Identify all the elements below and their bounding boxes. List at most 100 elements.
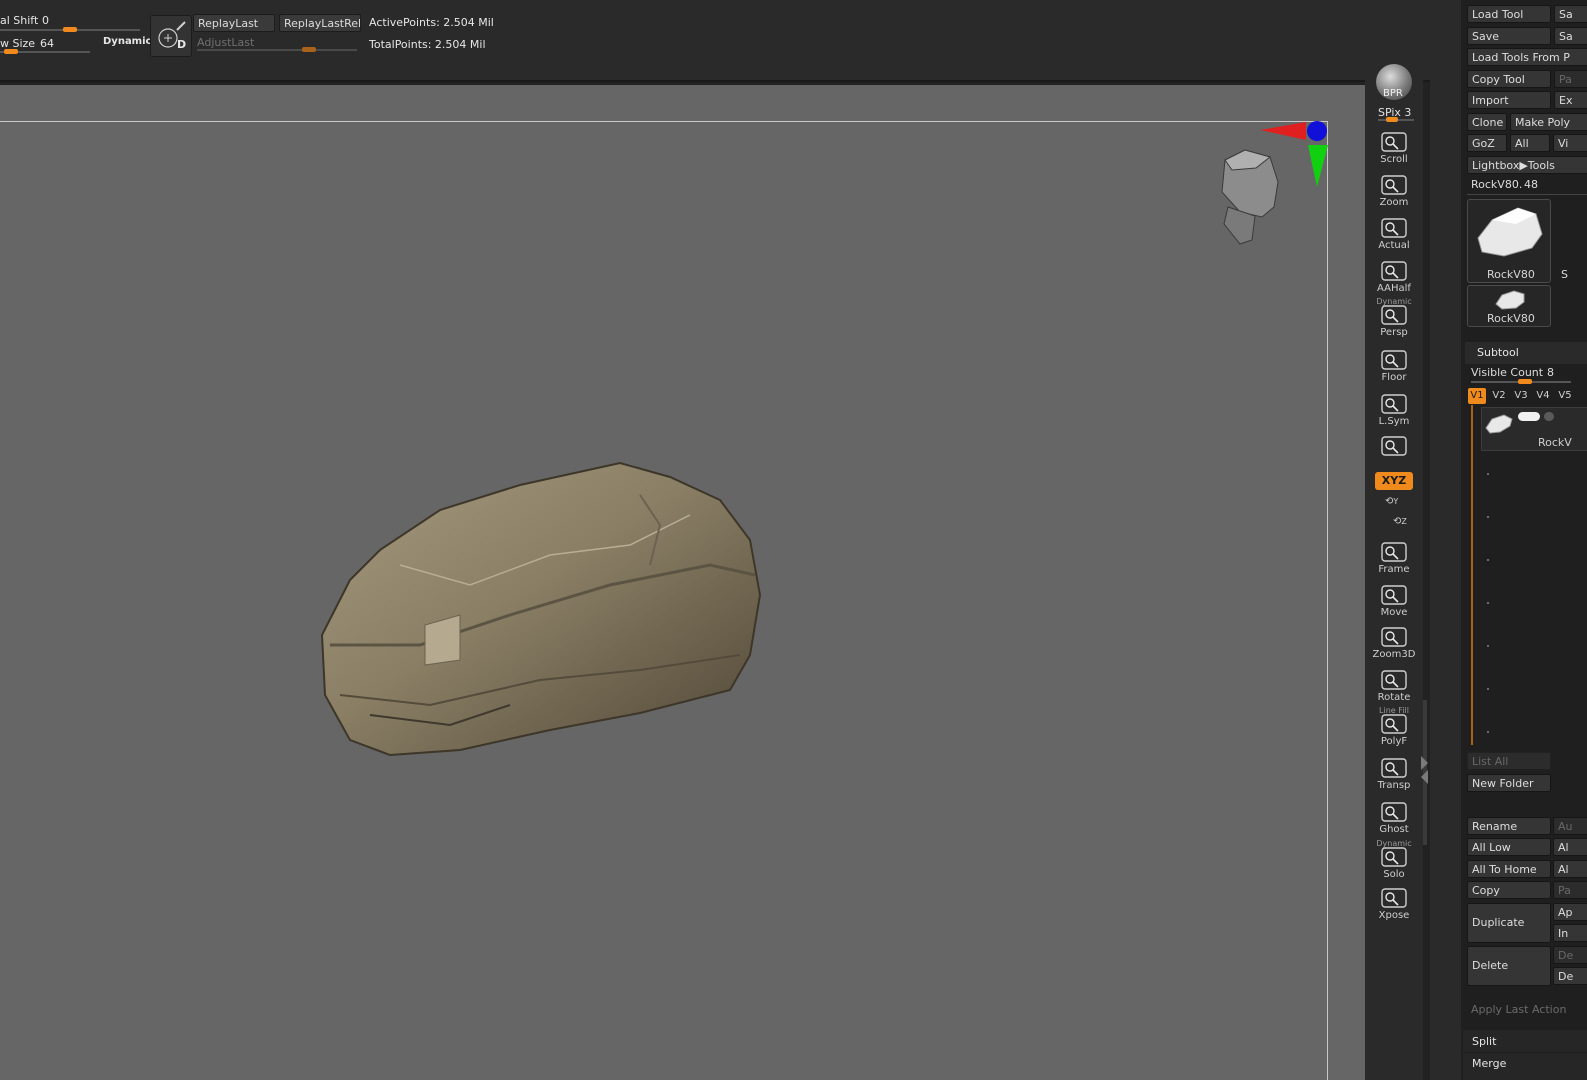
move-button[interactable]: Move — [1372, 583, 1416, 623]
l-sym-button[interactable]: L.Sym — [1372, 392, 1416, 432]
subtool-item[interactable]: RockV — [1481, 407, 1587, 451]
current-tool-name: RockV80. — [1471, 178, 1523, 191]
persp-button[interactable]: Dynamic Persp — [1372, 297, 1416, 343]
actual-button[interactable]: Actual — [1372, 216, 1416, 256]
duplicate-button[interactable]: Duplicate — [1467, 903, 1551, 943]
all-to-home-button[interactable]: All To Home — [1467, 860, 1551, 878]
all-high-button[interactable]: Al — [1553, 838, 1587, 856]
empty-slot-marker — [1487, 473, 1489, 475]
apply-last-action-label[interactable]: Apply Last Action — [1471, 1003, 1566, 1016]
rotate-y-button[interactable]: ⟲Y — [1385, 496, 1401, 510]
spix-slider-knob[interactable] — [1386, 117, 1398, 122]
replay-last-rel-button[interactable]: ReplayLastRel — [279, 14, 361, 32]
frame-button[interactable]: Frame — [1372, 540, 1416, 580]
xyz-symmetry-button[interactable]: XYZ — [1375, 472, 1413, 490]
delete-button[interactable]: Delete — [1467, 946, 1551, 986]
adjust-last-slider[interactable] — [197, 49, 357, 51]
subtool-version-tab-v2[interactable]: V2 — [1490, 388, 1508, 404]
zoom3d-button[interactable]: Zoom3D — [1372, 625, 1416, 665]
zoom-button[interactable]: Zoom — [1372, 173, 1416, 213]
shelf-button-label: Zoom — [1379, 197, 1409, 208]
scroll-button[interactable]: Scroll — [1372, 130, 1416, 170]
tool-thumbnail-small-label: RockV80 — [1487, 312, 1535, 325]
import-button[interactable]: Import — [1467, 91, 1551, 109]
bpr-button[interactable]: BPR — [1376, 64, 1412, 100]
collapse-right-arrow-icon[interactable] — [1421, 756, 1428, 770]
rotate-button[interactable]: Rotate — [1372, 668, 1416, 708]
polyf-button[interactable]: Line Fill PolyF — [1372, 706, 1416, 752]
aahalf-button[interactable]: AAHalf — [1372, 259, 1416, 299]
copy-tool-button[interactable]: Copy Tool — [1467, 70, 1551, 88]
canvas-border-right — [1327, 121, 1328, 1080]
adjust-last-slider-knob[interactable] — [302, 47, 316, 52]
rename-button[interactable]: Rename — [1467, 817, 1551, 835]
all-low-button[interactable]: All Low — [1467, 838, 1551, 856]
visible-count-value: 8 — [1547, 366, 1554, 379]
draw-mode-letter: D — [177, 38, 187, 51]
delete-all-button[interactable]: De — [1553, 967, 1587, 985]
lsym-icon — [1381, 394, 1407, 414]
subtool-version-tab-v5[interactable]: V5 — [1556, 388, 1574, 404]
goz-button[interactable]: GoZ — [1467, 134, 1507, 152]
floor-button[interactable]: Floor — [1372, 348, 1416, 388]
save-as-button-2[interactable]: Sa — [1554, 27, 1587, 45]
ghost-button[interactable]: Ghost — [1372, 800, 1416, 840]
transp-button[interactable]: Transp — [1372, 756, 1416, 796]
dynamic-toggle[interactable]: Dynamic — [103, 36, 151, 47]
subtool-header[interactable]: Subtool — [1465, 342, 1587, 364]
autoreorder-button[interactable]: Au — [1553, 817, 1587, 835]
append-button[interactable]: Ap — [1553, 903, 1587, 921]
replay-last-button[interactable]: ReplayLast — [193, 14, 275, 32]
visible-count-slider-knob[interactable] — [1518, 379, 1532, 384]
split-header[interactable]: Split — [1463, 1030, 1587, 1052]
navigation-gizmo[interactable] — [1200, 112, 1335, 252]
export-button[interactable]: Ex — [1554, 91, 1587, 109]
solo-button[interactable]: Dynamic Solo — [1372, 839, 1416, 885]
copy-subtool-button[interactable]: Copy — [1467, 881, 1551, 899]
x-axis-arrow[interactable] — [1260, 122, 1306, 140]
visible-count-label: Visible Count — [1471, 366, 1544, 379]
rotate-z-button[interactable]: ⟲Z — [1393, 516, 1409, 530]
z-axis-dot[interactable] — [1307, 121, 1327, 141]
goz-visible-button[interactable]: Vi — [1553, 134, 1587, 152]
subtool-list-scrollbar[interactable] — [1471, 405, 1473, 745]
draw-mode-button[interactable]: D — [150, 15, 192, 57]
shelf-button-label: Floor — [1381, 372, 1407, 383]
save-as-button[interactable]: Sa — [1554, 5, 1587, 23]
delete-other-button[interactable]: De — [1553, 946, 1587, 964]
tool-thumbnail-rockv80[interactable]: RockV80 — [1467, 199, 1551, 283]
shelf-button-label: Xpose — [1378, 910, 1410, 921]
tool-thumbnail-rockv80-small[interactable]: RockV80 — [1467, 285, 1551, 327]
subtool-version-tab-v3[interactable]: V3 — [1512, 388, 1530, 404]
new-folder-button[interactable]: New Folder — [1467, 774, 1551, 792]
subtool-solo-toggle[interactable] — [1544, 412, 1554, 421]
subtool-version-tab-v4[interactable]: V4 — [1534, 388, 1552, 404]
save-button[interactable]: Save — [1467, 27, 1551, 45]
paste-tool-button[interactable]: Pa — [1554, 70, 1587, 88]
load-tools-from-project-button[interactable]: Load Tools From P — [1467, 48, 1587, 66]
load-tool-button[interactable]: Load Tool — [1467, 5, 1551, 23]
clone-button[interactable]: Clone — [1467, 113, 1507, 131]
insert-button[interactable]: In — [1553, 924, 1587, 942]
focal-shift-slider-knob[interactable] — [63, 27, 77, 32]
rotate-icon — [1381, 670, 1407, 690]
draw-size-slider-knob[interactable] — [4, 49, 18, 54]
collapse-left-arrow-icon[interactable] — [1421, 770, 1428, 784]
shelf-button-label: PolyF — [1380, 736, 1408, 747]
rock-model[interactable] — [310, 455, 770, 770]
frame-icon — [1381, 542, 1407, 562]
lock-button[interactable] — [1372, 434, 1416, 474]
list-all-button[interactable]: List All — [1467, 752, 1551, 770]
subtool-version-tab-v1[interactable]: V1 — [1468, 388, 1486, 404]
y-axis-arrow[interactable] — [1308, 145, 1328, 187]
paste-subtool-button[interactable]: Pa — [1553, 881, 1587, 899]
subtool-item-label: RockV — [1538, 436, 1572, 449]
empty-slot-marker — [1487, 645, 1489, 647]
subtool-visibility-toggle[interactable] — [1518, 412, 1540, 421]
make-polymesh-button[interactable]: Make Poly — [1510, 113, 1587, 131]
goz-all-button[interactable]: All — [1510, 134, 1550, 152]
merge-header[interactable]: Merge — [1463, 1053, 1587, 1080]
xpose-button[interactable]: Xpose — [1372, 886, 1416, 926]
all-to-target-button[interactable]: Al — [1553, 860, 1587, 878]
lightbox-tools-button[interactable]: Lightbox▶Tools — [1467, 156, 1587, 174]
